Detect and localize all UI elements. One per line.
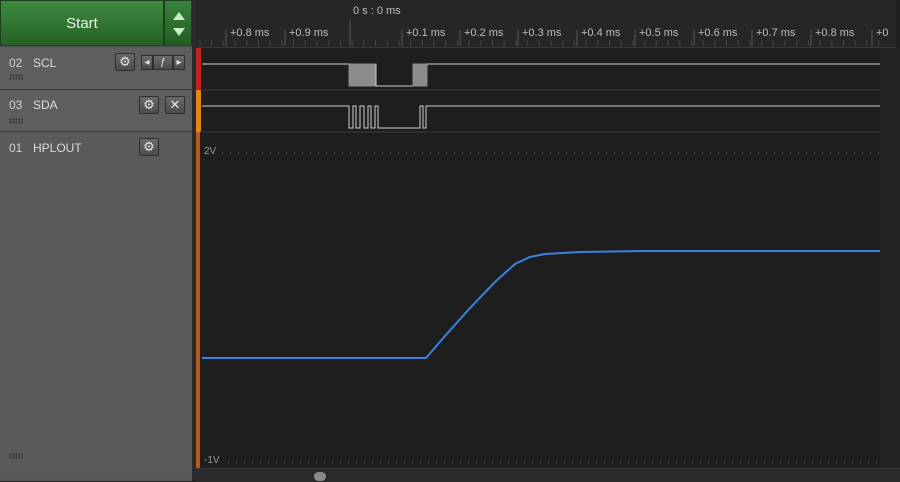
sda-trace: [202, 105, 888, 129]
vertical-scrollbar[interactable]: [880, 48, 900, 468]
ruler-ticks: [199, 30, 880, 46]
hplout-trace: [202, 250, 888, 359]
horizontal-scroll-thumb[interactable]: [314, 472, 326, 481]
horizontal-scrollbar[interactable]: [196, 468, 900, 482]
hplout-color-marker: [196, 132, 200, 468]
waveform-area[interactable]: [0, 0, 900, 481]
analog-bottom-label: -1V: [204, 455, 220, 466]
sda-color-marker: [196, 90, 201, 132]
scl-color-marker: [196, 48, 201, 90]
analog-top-label: 2V: [204, 146, 217, 157]
scl-trace: [202, 63, 888, 87]
